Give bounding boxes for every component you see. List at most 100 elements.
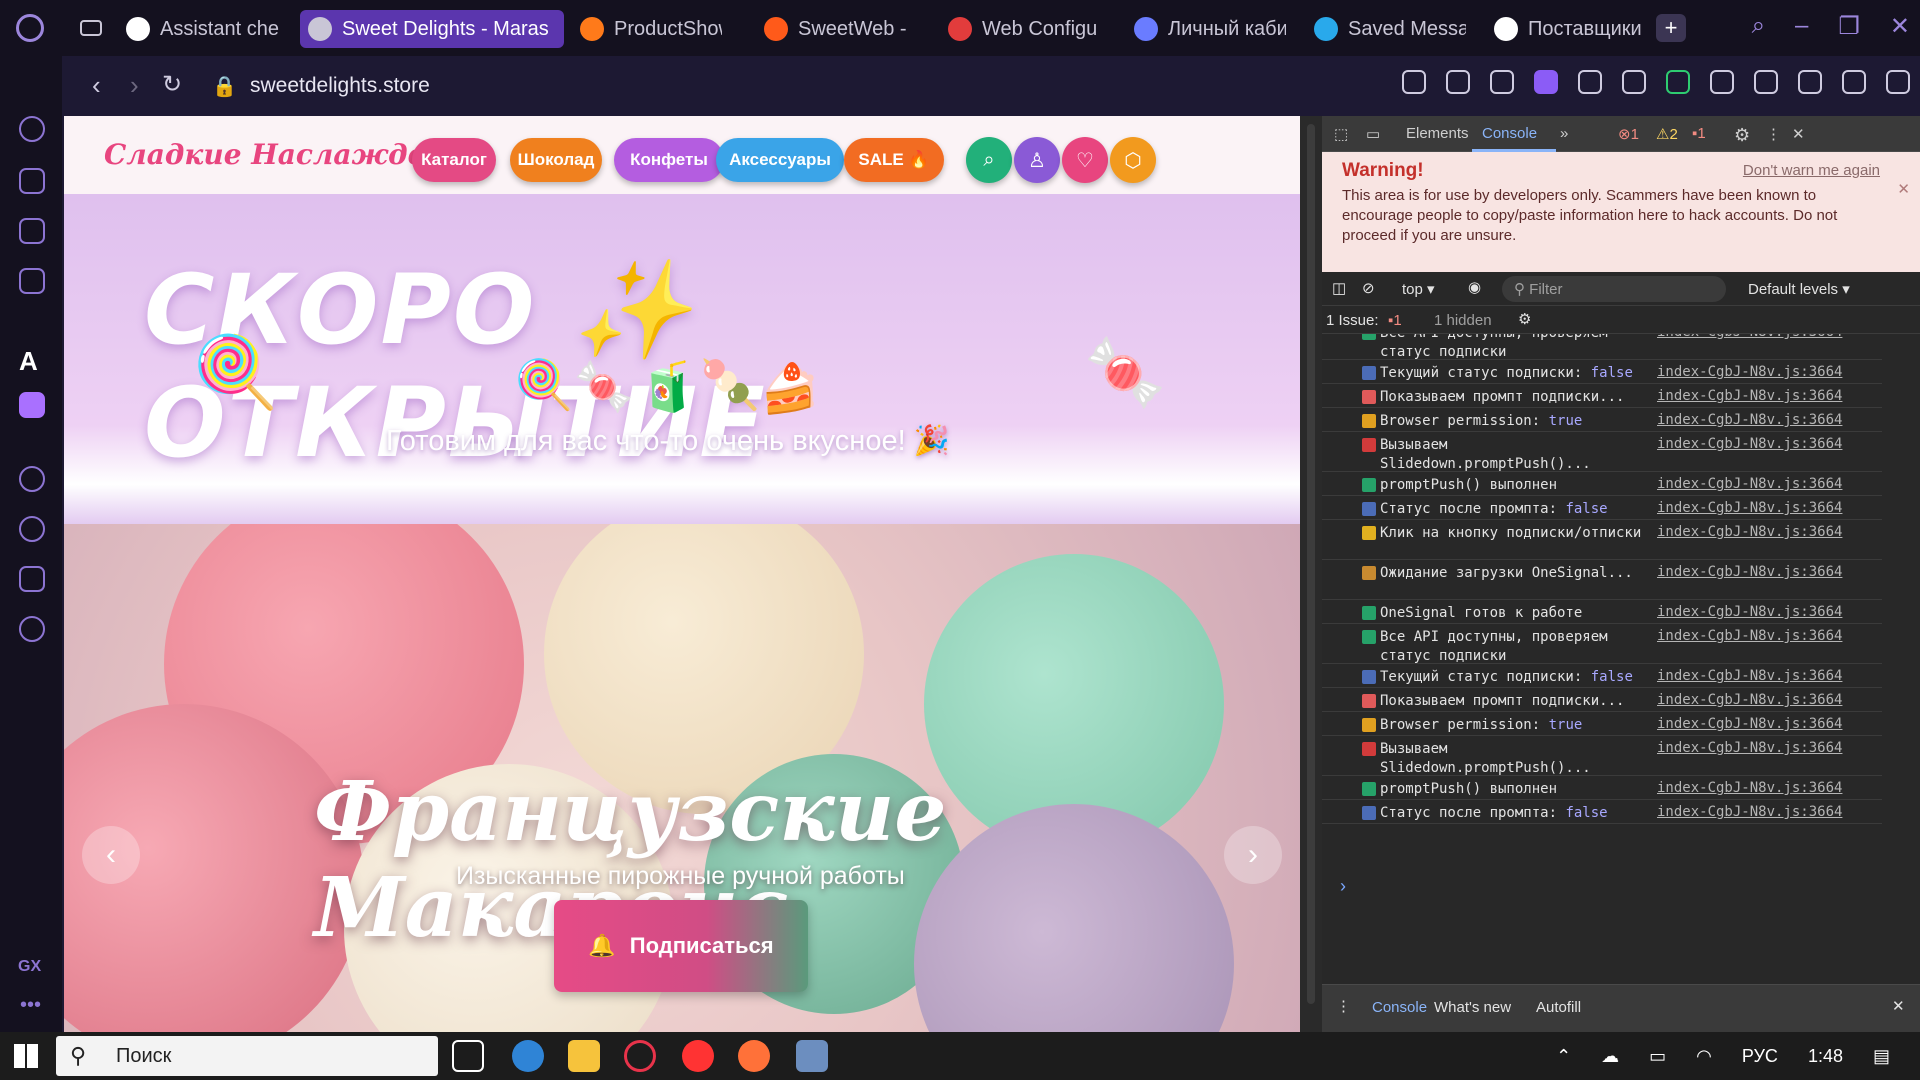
console-row[interactable]: Текущий статус подписки: false index-CgbJ… <box>1322 360 1882 384</box>
console-row[interactable]: Клик на кнопку подписки/отписки index-Cgb… <box>1322 520 1882 560</box>
speed-dial-icon[interactable] <box>19 116 45 142</box>
console-row[interactable]: promptPush() выполнен index-CgbJ-N8v.js:3… <box>1322 472 1882 496</box>
inspect-icon[interactable]: ⬚ <box>1334 125 1348 143</box>
console-row[interactable]: OneSignal готов к работе index-CgbJ-N8v.j… <box>1322 600 1882 624</box>
reload-icon[interactable]: ↻ <box>162 70 182 99</box>
forward-icon[interactable]: › <box>130 70 139 101</box>
browser-tab[interactable]: Assistant che <box>118 10 318 48</box>
maximize-icon[interactable]: ❐ <box>1838 12 1860 41</box>
settings-gear-icon[interactable]: ⚙ <box>1734 125 1750 146</box>
taskbar-search[interactable]: ⚲ Поиск <box>56 1036 438 1076</box>
log-source-link[interactable]: index-CgbJ-N8v.js:3664 <box>1657 436 1842 452</box>
browser-tab[interactable]: Web Configu <box>940 10 1100 48</box>
nav-button[interactable]: Конфеты <box>614 138 724 182</box>
log-source-link[interactable]: index-CgbJ-N8v.js:3664 <box>1657 500 1842 516</box>
log-source-link[interactable]: index-CgbJ-N8v.js:3664 <box>1657 780 1842 796</box>
search-icon[interactable]: ⌕ <box>966 137 1012 183</box>
issues-count-badge[interactable]: ▪1 <box>1692 125 1706 142</box>
download-icon[interactable] <box>1842 70 1866 94</box>
messenger-icon[interactable] <box>19 268 45 294</box>
gx-corner-icon[interactable]: GX <box>18 958 41 976</box>
chatgpt-icon[interactable] <box>1710 70 1734 94</box>
profile-icon[interactable] <box>1798 70 1822 94</box>
tab-elements[interactable]: Elements <box>1406 125 1469 142</box>
w-extension-icon[interactable] <box>1666 70 1690 94</box>
console-prompt[interactable]: › <box>1340 876 1346 897</box>
sidebar-toggle-icon[interactable]: ◫ <box>1332 279 1346 297</box>
console-row[interactable]: Browser permission: true index-CgbJ-N8v.j… <box>1322 408 1882 432</box>
console-row[interactable]: Вызываем Slidedown.promptPush()... index-… <box>1322 432 1882 472</box>
battery-icon[interactable]: ▭ <box>1649 1046 1666 1067</box>
clear-console-icon[interactable]: ⊘ <box>1362 279 1375 297</box>
wifi-icon[interactable]: ◠ <box>1696 1046 1712 1067</box>
nav-button[interactable]: SALE 🔥 <box>844 138 944 182</box>
console-row[interactable]: Статус после промпта: false index-CgbJ-N8… <box>1322 496 1882 520</box>
nav-button[interactable]: Каталог <box>412 138 496 182</box>
nav-button[interactable]: Аксессуары <box>716 138 844 182</box>
log-source-link[interactable]: index-CgbJ-N8v.js:3664 <box>1657 804 1842 820</box>
filter-input[interactable]: ⚲ Filter <box>1502 276 1726 302</box>
slider-prev-button[interactable]: ‹ <box>82 826 140 884</box>
cart-icon[interactable]: ⬡ <box>1110 137 1156 183</box>
log-source-link[interactable]: index-CgbJ-N8v.js:3664 <box>1657 524 1842 540</box>
player-icon[interactable] <box>19 466 45 492</box>
log-source-link[interactable]: index-CgbJ-N8v.js:3664 <box>1657 668 1842 684</box>
tab-console[interactable]: Console <box>1482 125 1537 142</box>
extensions-icon[interactable] <box>19 566 45 592</box>
extensions-puzzle-icon[interactable] <box>1754 70 1778 94</box>
extensions-panel-icon[interactable] <box>19 168 45 194</box>
opera-gx-taskbar-icon[interactable] <box>624 1040 656 1072</box>
calculator-icon[interactable] <box>796 1040 828 1072</box>
console-row[interactable]: Browser permission: true index-CgbJ-N8v.j… <box>1322 712 1882 736</box>
subscribe-button[interactable]: 🔔 Подписаться <box>554 900 808 992</box>
console-settings-icon[interactable]: ⚙ <box>1518 310 1531 328</box>
drawer-tab-whats-new[interactable]: What's new <box>1434 999 1511 1016</box>
tab-gamepad-icon[interactable] <box>80 20 102 36</box>
console-row[interactable]: Ожидание загрузки OneSignal... index-CgbJ… <box>1322 560 1882 600</box>
yandex-icon[interactable] <box>682 1040 714 1072</box>
cleaner-icon[interactable] <box>19 218 45 244</box>
history-icon[interactable] <box>19 516 45 542</box>
console-row[interactable]: promptPush() выполнен index-CgbJ-N8v.js:3… <box>1322 776 1882 800</box>
log-source-link[interactable]: index-CgbJ-N8v.js:3664 <box>1657 364 1842 380</box>
url-text[interactable]: sweetdelights.store <box>250 74 430 98</box>
context-select[interactable]: top ▾ <box>1402 280 1435 298</box>
flow-icon[interactable] <box>1578 70 1602 94</box>
heart-icon[interactable]: ♡ <box>1062 137 1108 183</box>
edge-icon[interactable] <box>512 1040 544 1072</box>
search-tabs-icon[interactable]: ⌕ <box>1752 12 1765 41</box>
zoom-icon[interactable] <box>1402 70 1426 94</box>
log-levels-select[interactable]: Default levels ▾ <box>1748 280 1850 298</box>
minimize-icon[interactable]: – <box>1795 12 1808 41</box>
onedrive-icon[interactable]: ☁ <box>1601 1046 1619 1067</box>
close-icon[interactable]: ✕ <box>1890 12 1910 41</box>
issues-label[interactable]: 1 Issue: <box>1326 312 1379 329</box>
issues-count[interactable]: ▪1 <box>1388 312 1402 329</box>
log-source-link[interactable]: index-CgbJ-N8v.js:3664 <box>1657 628 1842 644</box>
tray-overflow-icon[interactable]: ⌃ <box>1556 1046 1571 1067</box>
log-source-link[interactable]: index-CgbJ-N8v.js:3664 <box>1657 334 1842 340</box>
pin-icon[interactable] <box>1446 70 1470 94</box>
device-toggle-icon[interactable]: ▭ <box>1366 125 1380 143</box>
browser-tab[interactable]: Поставщики <box>1486 10 1656 48</box>
browser-tab[interactable]: Личный каби <box>1126 10 1286 48</box>
log-source-link[interactable]: index-CgbJ-N8v.js:3664 <box>1657 716 1842 732</box>
console-row[interactable]: Текущий статус подписки: false index-CgbJ… <box>1322 664 1882 688</box>
user-icon[interactable]: ♙ <box>1014 137 1060 183</box>
close-drawer-icon[interactable]: ✕ <box>1892 997 1905 1015</box>
notifications-icon[interactable]: ▤ <box>1873 1046 1890 1067</box>
snapshot-icon[interactable] <box>1490 70 1514 94</box>
log-source-link[interactable]: index-CgbJ-N8v.js:3664 <box>1657 692 1842 708</box>
drawer-tab-console[interactable]: Console <box>1372 999 1427 1016</box>
browser-tab[interactable]: ProductShow <box>572 10 722 48</box>
console-row[interactable]: Показываем промпт подписки... index-CgbJ-… <box>1322 384 1882 408</box>
log-source-link[interactable]: index-CgbJ-N8v.js:3664 <box>1657 604 1842 620</box>
browser-tab[interactable]: SweetWeb - <box>756 10 906 48</box>
console-row[interactable]: Все API доступны, проверяем статус подпи… <box>1322 334 1882 360</box>
console-row[interactable]: Показываем промпт подписки... index-CgbJ-… <box>1322 688 1882 712</box>
page-scrollbar[interactable] <box>1300 116 1322 1032</box>
log-source-link[interactable]: index-CgbJ-N8v.js:3664 <box>1657 476 1842 492</box>
console-row[interactable]: Вызываем Slidedown.promptPush()... index-… <box>1322 736 1882 776</box>
drawer-tab-autofill[interactable]: Autofill <box>1536 999 1581 1016</box>
settings-icon[interactable] <box>19 616 45 642</box>
